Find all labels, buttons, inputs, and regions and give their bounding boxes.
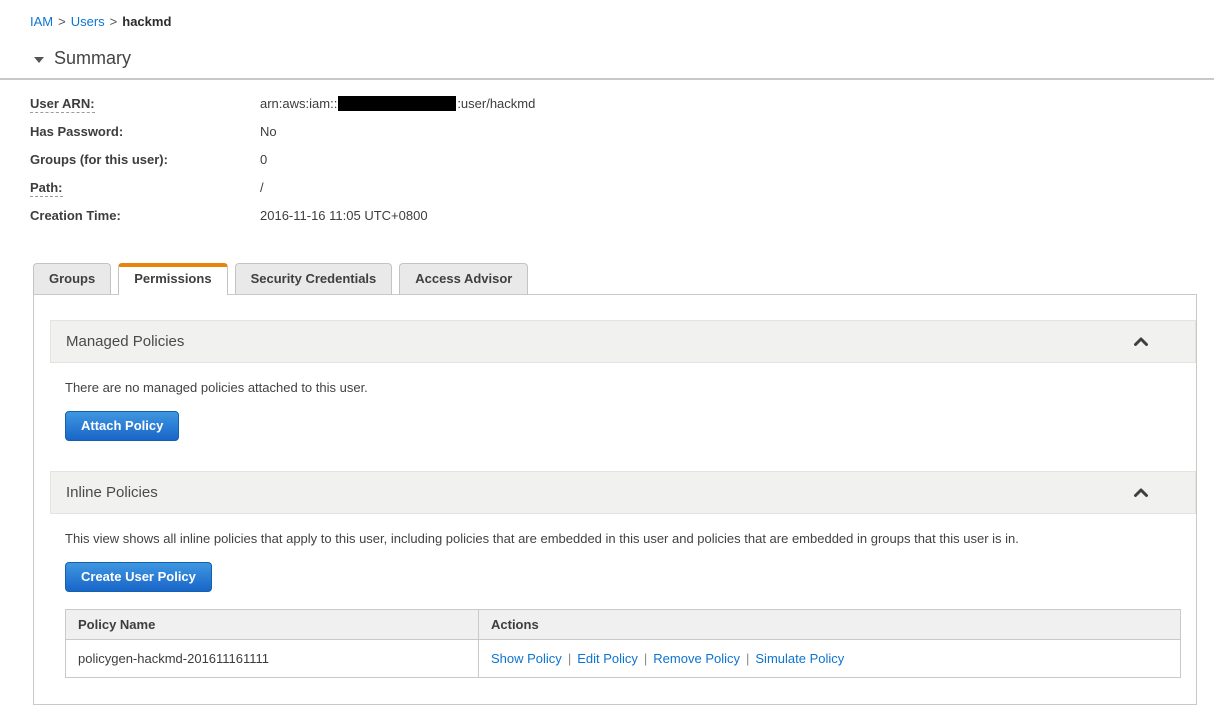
chevron-up-icon[interactable] — [1133, 487, 1149, 498]
managed-policies-body: There are no managed policies attached t… — [50, 380, 1196, 441]
breadcrumb-link-iam[interactable]: IAM — [30, 14, 53, 29]
permissions-tab-panel: Managed Policies There are no managed po… — [33, 294, 1197, 705]
redacted-account-id — [338, 96, 457, 111]
path-value: / — [260, 180, 264, 195]
table-header-row: Policy Name Actions — [65, 609, 1181, 640]
actions-separator: | — [567, 651, 572, 666]
actions-separator: | — [746, 651, 750, 666]
arn-suffix: :user/hackmd — [457, 96, 536, 111]
policy-actions-cell: Show Policy | Edit Policy | Remove Policy | Si… — [478, 639, 1181, 678]
remove-policy-link[interactable]: Remove Policy — [653, 651, 740, 666]
show-policy-link[interactable]: Show Policy — [491, 651, 562, 666]
field-row-has-password: Has Password: No — [30, 124, 1184, 139]
managed-policies-header[interactable]: Managed Policies — [50, 320, 1196, 363]
inline-policies-table: Policy Name Actions policygen-hackmd-201… — [65, 609, 1181, 678]
user-arn-label: User ARN: — [30, 96, 95, 113]
groups-count-value: 0 — [260, 152, 268, 167]
has-password-value: No — [260, 124, 277, 139]
managed-policies-empty-text: There are no managed policies attached t… — [65, 380, 368, 395]
chevron-up-icon[interactable] — [1133, 336, 1149, 347]
iam-user-detail-page: IAM > Users > hackmd Summary User ARN: arn:a… — [0, 0, 1214, 705]
field-row-creation-time: Creation Time: 2016-11-16 11:05 UTC+0800 — [30, 208, 1184, 223]
edit-policy-link[interactable]: Edit Policy — [577, 651, 638, 666]
arn-prefix: arn:aws:iam:: — [260, 96, 338, 111]
tab-security-credentials[interactable]: Security Credentials — [234, 263, 393, 294]
inline-policies-description: This view shows all inline policies that… — [65, 531, 1019, 546]
breadcrumb-separator: > — [58, 14, 66, 29]
summary-title: Summary — [54, 48, 132, 68]
inline-policies-section: Inline Policies This view shows all inli… — [50, 471, 1196, 678]
groups-count-label: Groups (for this user): — [30, 152, 168, 167]
table-row: policygen-hackmd-201611161111 Show Polic… — [65, 639, 1181, 678]
tab-bar: Groups Permissions Security Credentials … — [33, 263, 1197, 295]
managed-policies-section: Managed Policies There are no managed po… — [50, 320, 1196, 441]
breadcrumb-link-users[interactable]: Users — [71, 14, 105, 29]
has-password-label: Has Password: — [30, 124, 124, 139]
inline-policies-body: This view shows all inline policies that… — [50, 531, 1196, 678]
managed-policies-title: Managed Policies — [66, 333, 185, 350]
actions-column-header: Actions — [478, 609, 1181, 640]
tab-groups[interactable]: Groups — [33, 263, 112, 294]
inline-policies-title: Inline Policies — [66, 484, 158, 501]
collapse-triangle-icon — [34, 56, 44, 63]
summary-fields: User ARN: arn:aws:iam:::user/hackmd Has … — [0, 80, 1214, 223]
policy-name-column-header: Policy Name — [65, 609, 479, 640]
create-user-policy-button[interactable]: Create User Policy — [65, 562, 212, 592]
summary-collapse-header[interactable]: Summary — [30, 48, 1184, 69]
inline-policies-header[interactable]: Inline Policies — [50, 471, 1196, 514]
breadcrumb-current-user: hackmd — [122, 14, 172, 29]
field-row-path: Path: / — [30, 180, 1184, 197]
field-row-groups: Groups (for this user): 0 — [30, 152, 1184, 167]
page-top-area: IAM > Users > hackmd Summary — [0, 0, 1214, 69]
creation-time-label: Creation Time: — [30, 208, 121, 223]
attach-policy-button[interactable]: Attach Policy — [65, 411, 180, 441]
field-row-user-arn: User ARN: arn:aws:iam:::user/hackmd — [30, 96, 1184, 113]
actions-separator: | — [643, 651, 648, 666]
user-arn-value: arn:aws:iam:::user/hackmd — [260, 96, 535, 111]
breadcrumb: IAM > Users > hackmd — [30, 14, 1184, 29]
creation-time-value: 2016-11-16 11:05 UTC+0800 — [260, 208, 428, 223]
tab-access-advisor[interactable]: Access Advisor — [399, 263, 529, 294]
simulate-policy-link[interactable]: Simulate Policy — [755, 651, 844, 666]
tab-permissions[interactable]: Permissions — [118, 263, 228, 295]
path-label: Path: — [30, 180, 63, 197]
breadcrumb-separator: > — [109, 14, 118, 29]
policy-name-cell: policygen-hackmd-201611161111 — [65, 639, 479, 678]
